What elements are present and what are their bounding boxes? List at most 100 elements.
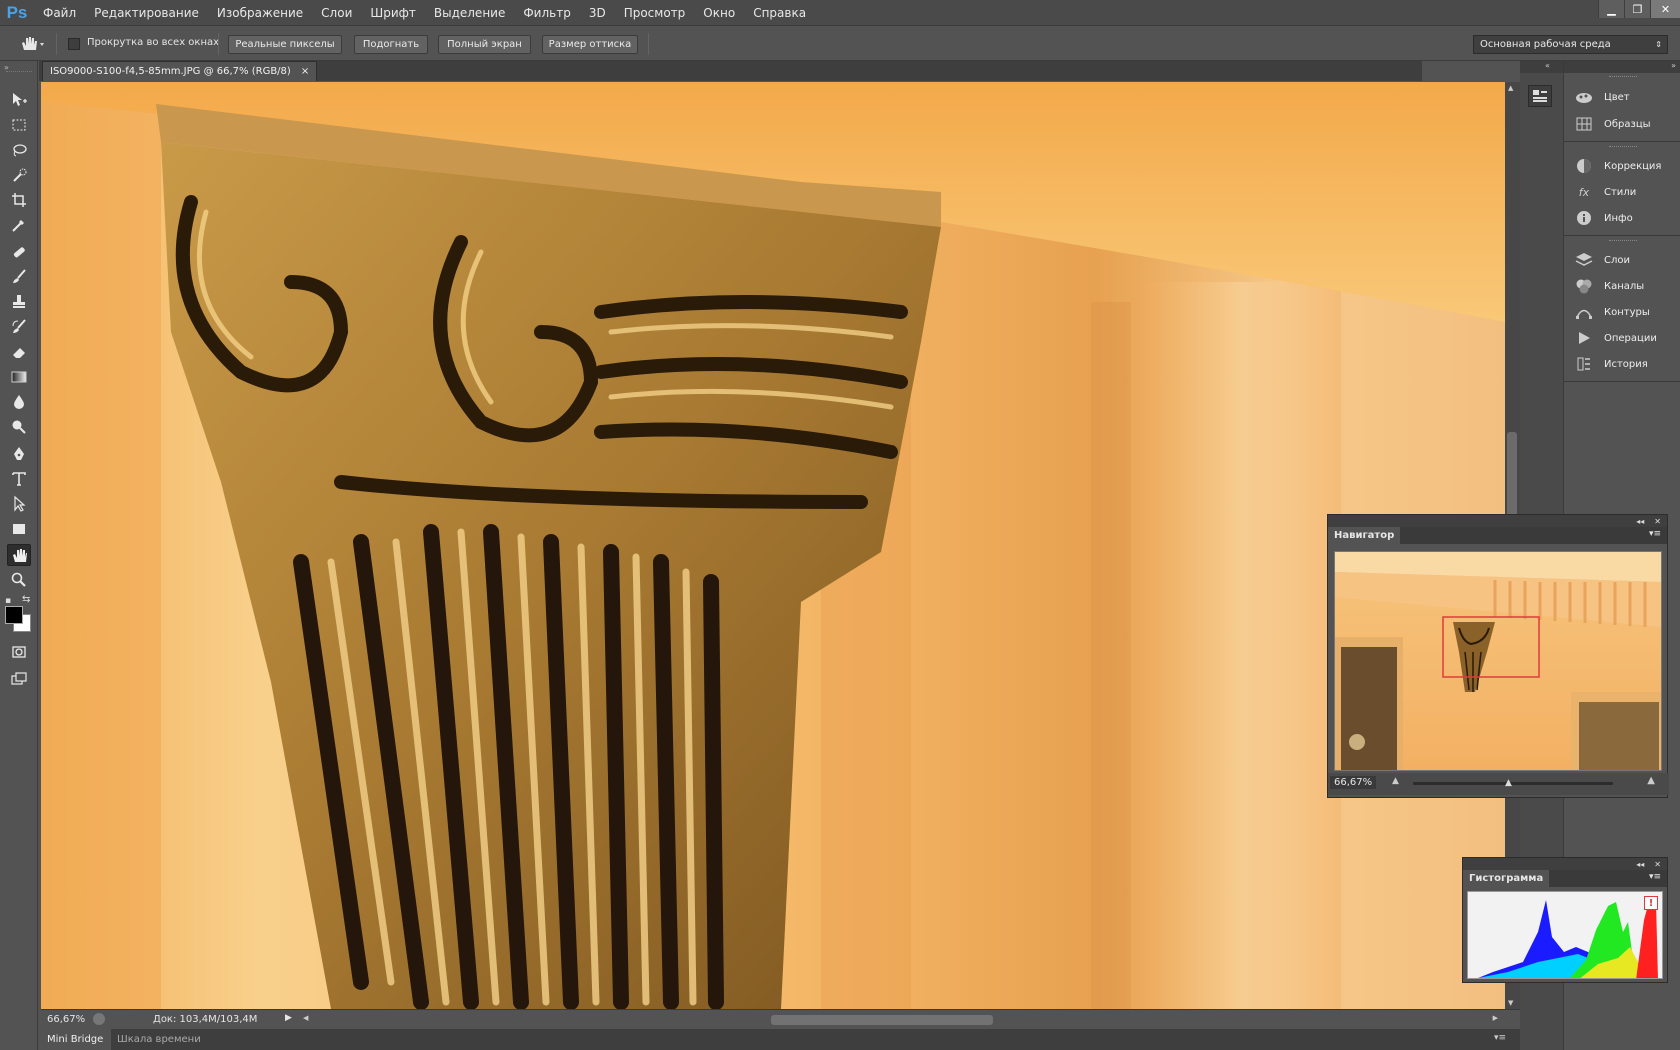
scroll-right-icon[interactable]: ▶ <box>1493 1014 1498 1022</box>
histogram-warning-icon[interactable]: ! <box>1644 896 1658 910</box>
quick-select-tool[interactable] <box>7 164 31 186</box>
fit-screen-button[interactable]: Подогнать <box>354 35 428 54</box>
eraser-tool[interactable] <box>7 341 31 363</box>
pen-tool[interactable] <box>7 443 31 465</box>
tab-timeline[interactable]: Шкала времени <box>109 1029 209 1050</box>
print-size-button[interactable]: Размер оттиска <box>542 35 638 54</box>
panel-grip[interactable] <box>1609 146 1637 147</box>
menu-filter[interactable]: Фильтр <box>514 0 579 26</box>
menu-view[interactable]: Просмотр <box>615 0 695 26</box>
menu-edit[interactable]: Редактирование <box>85 0 208 26</box>
panel-actions[interactable]: Операции <box>1564 325 1680 351</box>
menu-window[interactable]: Окно <box>694 0 744 26</box>
stamp-tool[interactable] <box>7 291 31 313</box>
eyedropper-tool[interactable] <box>7 214 31 236</box>
actual-pixels-button[interactable]: Реальные пикселы <box>228 35 342 54</box>
tab-mini-bridge[interactable]: Mini Bridge <box>39 1029 112 1050</box>
panel-icon-button[interactable] <box>1528 85 1552 107</box>
quick-mask-button[interactable] <box>7 641 31 663</box>
move-tool[interactable] <box>7 89 31 111</box>
menu-3d[interactable]: 3D <box>580 0 615 26</box>
document-tab[interactable]: ISO9000-S100-f4,5-85mm.JPG @ 66,7% (RGB/… <box>42 61 318 81</box>
navigator-zoom-track[interactable]: ▲ <box>1413 778 1613 788</box>
collapse-panel-icon[interactable]: ◂◂ <box>1636 517 1644 526</box>
tab-histogram[interactable]: Гистограмма <box>1463 870 1550 887</box>
menu-layer[interactable]: Слои <box>312 0 361 26</box>
actions-icon <box>1574 330 1594 346</box>
navigator-zoom-thumb[interactable]: ▲ <box>1505 778 1512 788</box>
panel-color[interactable]: Цвет <box>1564 84 1680 110</box>
menu-help[interactable]: Справка <box>744 0 815 26</box>
panel-title-strip[interactable]: ◂◂ ✕ <box>1328 515 1667 527</box>
collapse-panel-icon[interactable]: ◂◂ <box>1636 860 1644 869</box>
expand-dock-icon[interactable]: » <box>1671 61 1676 70</box>
blur-tool[interactable] <box>7 391 31 413</box>
navigator-preview[interactable] <box>1334 551 1662 771</box>
scroll-left-icon[interactable]: ◀ <box>303 1014 308 1022</box>
panel-paths[interactable]: Контуры <box>1564 299 1680 325</box>
gradient-tool[interactable] <box>7 366 31 388</box>
scroll-down-icon[interactable]: ▼ <box>1508 999 1513 1007</box>
foreground-color-swatch[interactable] <box>5 606 23 624</box>
tab-navigator[interactable]: Навигатор <box>1328 527 1401 544</box>
panel-swatches[interactable]: Образцы <box>1564 111 1680 137</box>
type-tool[interactable] <box>7 468 31 490</box>
screen-mode-button[interactable] <box>7 668 31 690</box>
panel-styles-label: Стили <box>1604 186 1637 198</box>
panel-styles[interactable]: fx Стили <box>1564 179 1680 205</box>
lasso-tool[interactable] <box>7 139 31 161</box>
navigator-footer: 66,67% ▲ ▲ ▲ <box>1328 773 1669 795</box>
panel-info[interactable]: Инфо <box>1564 205 1680 231</box>
fill-screen-button[interactable]: Полный экран <box>438 35 531 54</box>
scroll-up-icon[interactable]: ▲ <box>1508 84 1513 92</box>
photoshop-logo[interactable]: Ps <box>0 0 34 26</box>
panel-grip[interactable] <box>1609 76 1637 77</box>
channels-icon <box>1574 278 1594 294</box>
navigator-zoom-field[interactable]: 66,67% <box>1330 776 1377 789</box>
restore-icon[interactable]: ❐ <box>1624 0 1650 18</box>
close-tab-icon[interactable]: × <box>301 66 309 77</box>
dodge-tool[interactable] <box>7 416 31 438</box>
status-menu-arrow-icon[interactable]: ▶ <box>285 1013 292 1023</box>
zoom-in-icon[interactable]: ▲ <box>1647 775 1655 786</box>
rectangle-tool[interactable] <box>7 518 31 540</box>
healing-tool[interactable] <box>7 241 31 263</box>
panel-menu-icon[interactable]: ▾≡ <box>1494 1033 1506 1043</box>
close-window-icon[interactable]: ✕ <box>1650 0 1680 18</box>
menu-image[interactable]: Изображение <box>208 0 312 26</box>
workspace-select[interactable]: Основная рабочая среда ⇕ <box>1473 35 1668 54</box>
close-panel-icon[interactable]: ✕ <box>1654 517 1661 526</box>
menu-select[interactable]: Выделение <box>425 0 514 26</box>
menu-file[interactable]: Файл <box>34 0 85 26</box>
close-panel-icon[interactable]: ✕ <box>1654 860 1661 869</box>
swap-colors-icon[interactable]: ⇆ <box>22 594 30 605</box>
panel-grip[interactable] <box>6 71 32 74</box>
panel-layers[interactable]: Слои <box>1564 247 1680 273</box>
zoom-tool[interactable] <box>7 569 31 591</box>
path-select-tool[interactable] <box>7 493 31 515</box>
crop-tool[interactable] <box>7 189 31 211</box>
panel-channels[interactable]: Каналы <box>1564 273 1680 299</box>
horizontal-scroll-thumb[interactable] <box>771 1015 993 1025</box>
tool-preset-picker[interactable] <box>18 34 46 54</box>
collapse-dock-icon[interactable]: « <box>1545 61 1550 70</box>
vertical-scroll-thumb[interactable] <box>1507 432 1517 522</box>
status-info-icon[interactable] <box>93 1013 105 1025</box>
marquee-tool[interactable] <box>7 114 31 136</box>
document-canvas[interactable] <box>41 82 1505 1009</box>
panel-menu-icon[interactable]: ▾≡ <box>1649 529 1661 539</box>
panel-grip[interactable] <box>1609 240 1637 241</box>
menu-type[interactable]: Шрифт <box>361 0 425 26</box>
zoom-out-icon[interactable]: ▲ <box>1392 776 1399 786</box>
panel-adjustments[interactable]: Коррекция <box>1564 153 1680 179</box>
minimize-icon[interactable]: ▁ <box>1598 0 1624 18</box>
history-brush-tool[interactable] <box>7 316 31 338</box>
scroll-all-checkbox[interactable] <box>68 38 80 50</box>
panel-menu-icon[interactable]: ▾≡ <box>1649 872 1661 882</box>
panel-title-strip[interactable]: ◂◂ ✕ <box>1463 858 1667 870</box>
brush-tool[interactable] <box>7 266 31 288</box>
hand-tool[interactable] <box>7 544 31 566</box>
default-colors-icon[interactable]: ▪ <box>5 596 11 606</box>
zoom-readout[interactable]: 66,67% <box>47 1014 85 1025</box>
panel-history[interactable]: История <box>1564 351 1680 377</box>
